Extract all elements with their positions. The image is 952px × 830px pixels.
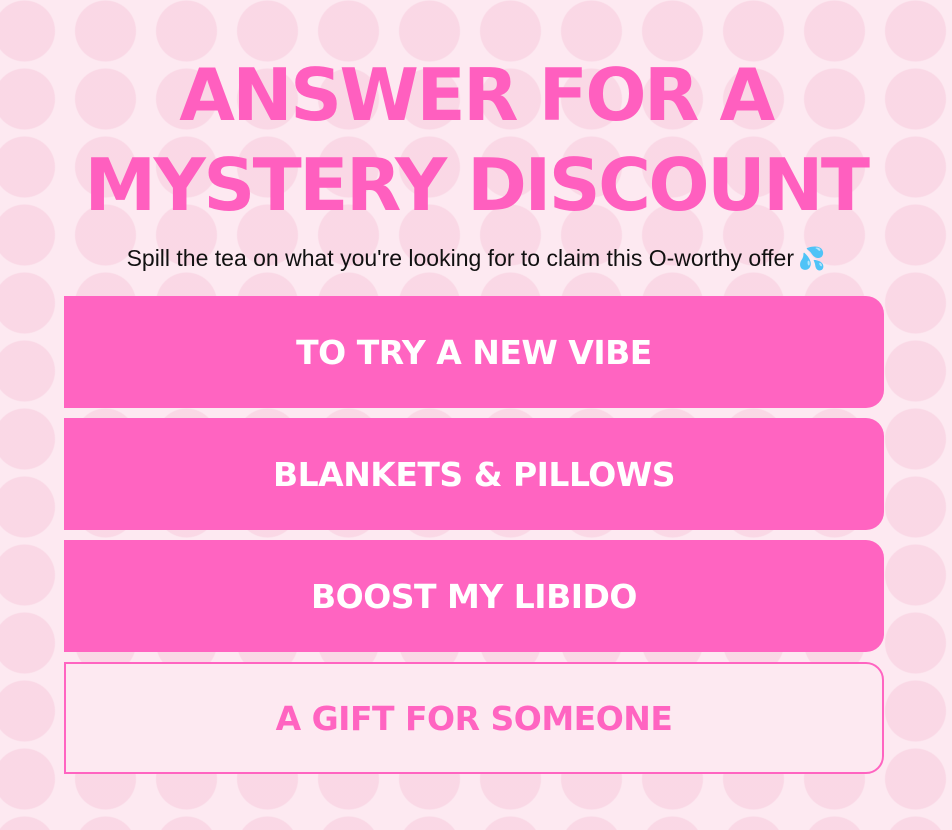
option-button-try-new-vibe[interactable]: TO TRY A NEW VIBE bbox=[64, 296, 884, 408]
mystery-discount-popup: ANSWER FOR A MYSTERY DISCOUNT Spill the … bbox=[0, 0, 952, 830]
option-label: BOOST MY LIBIDO bbox=[311, 576, 637, 616]
option-label: BLANKETS & PILLOWS bbox=[272, 454, 676, 494]
option-button-blankets-pillows[interactable]: BLANKETS & PILLOWS bbox=[64, 418, 884, 530]
option-button-gift-for-someone[interactable]: A GIFT FOR SOMEONE bbox=[64, 662, 884, 774]
subtitle-text: Spill the tea on what you're looking for… bbox=[126, 245, 795, 271]
subtitle: Spill the tea on what you're looking for… bbox=[0, 244, 952, 273]
option-label: TO TRY A NEW VIBE bbox=[296, 332, 652, 372]
option-label: A GIFT FOR SOMEONE bbox=[275, 698, 673, 738]
option-button-boost-libido[interactable]: BOOST MY LIBIDO bbox=[64, 540, 884, 652]
sweat-droplets-icon: 💦 bbox=[798, 246, 826, 271]
headline: ANSWER FOR A MYSTERY DISCOUNT bbox=[84, 53, 870, 227]
